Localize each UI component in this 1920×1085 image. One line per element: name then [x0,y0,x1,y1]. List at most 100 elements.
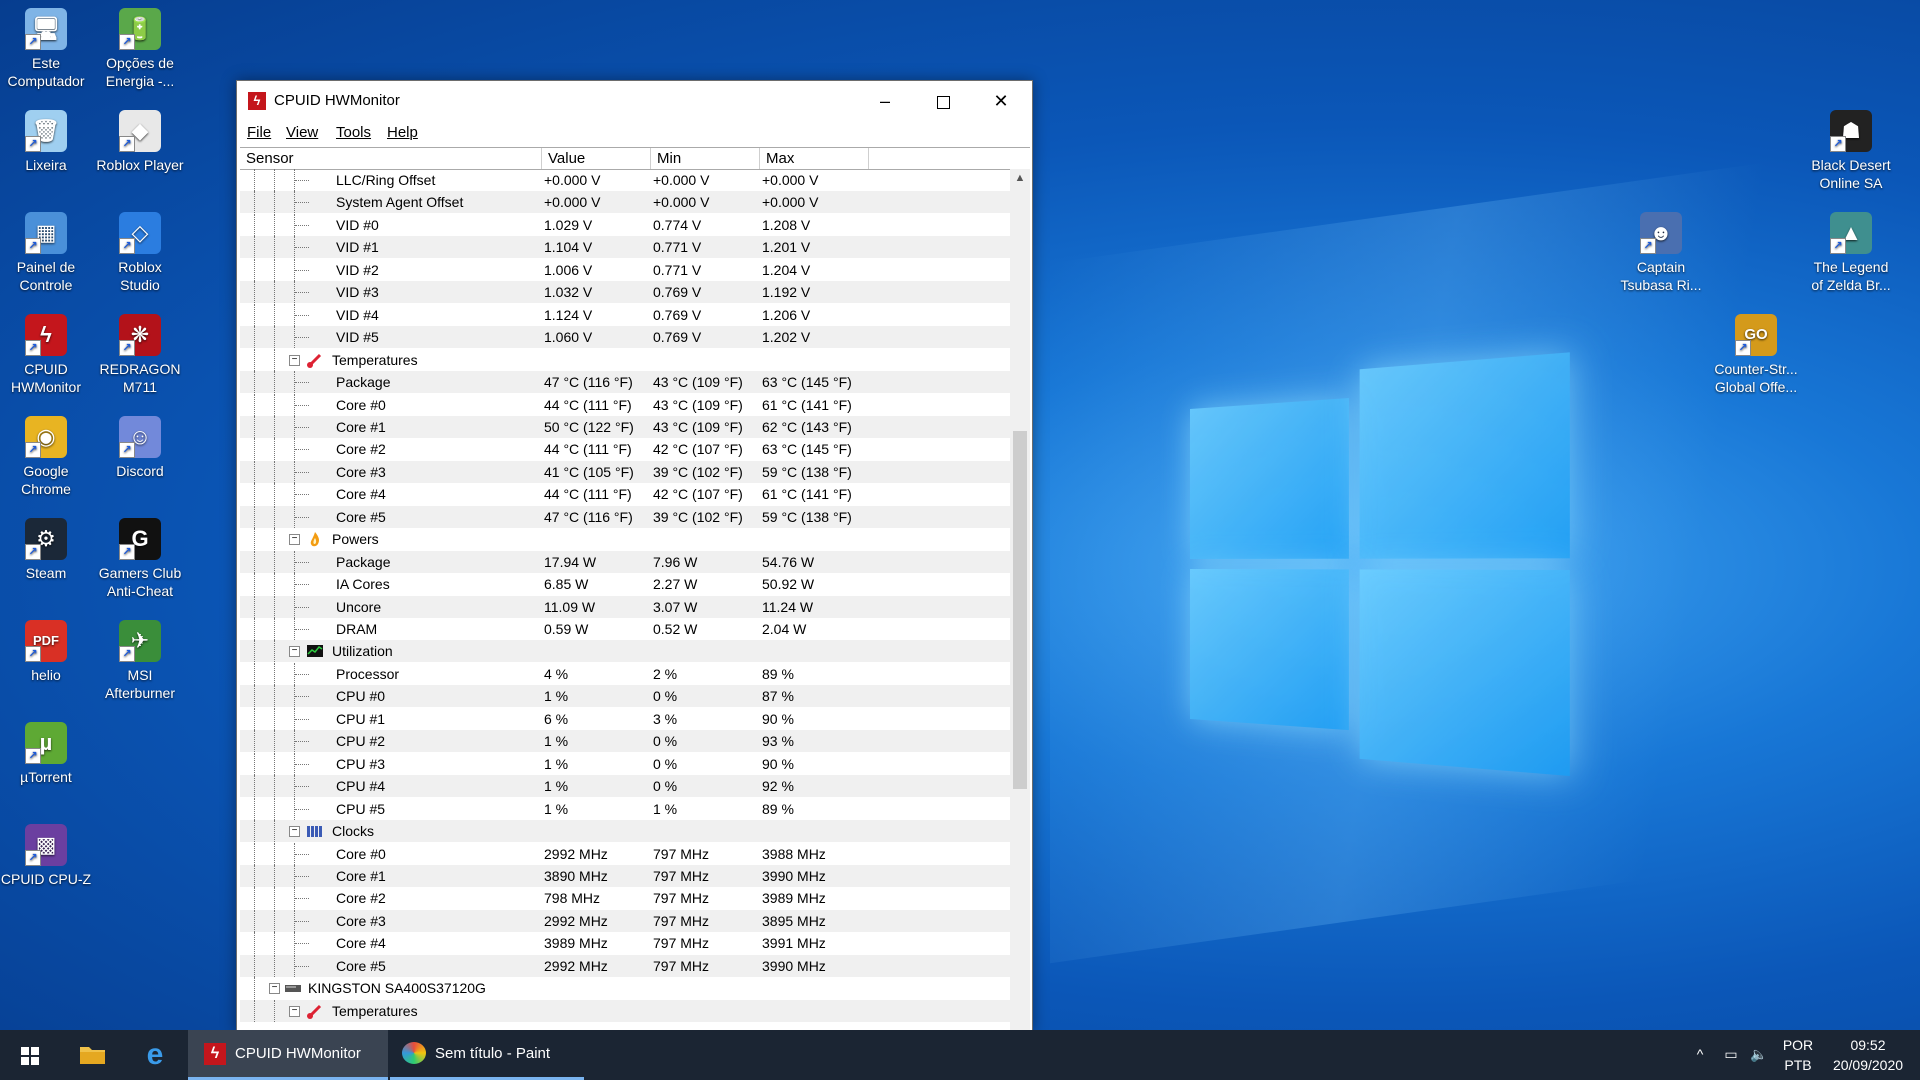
tree-line [274,371,275,393]
sensor-row[interactable]: Core #1 50 °C (122 °F) 43 °C (109 °F) 62 °C… [240,416,1010,438]
sensor-group-row[interactable]: − KINGSTON SA400S37120G [240,977,1010,999]
taskbar-hwmonitor[interactable]: ϟ CPUID HWMonitor [188,1030,388,1080]
opcoes-energia-shortcut[interactable]: 🔋 Opções de Energia -... [94,8,186,90]
sensor-row[interactable]: Package 17.94 W 7.96 W 54.76 W [240,551,1010,573]
hwmonitor-window[interactable]: ϟ CPUID HWMonitor – ✕ File View Tools He… [236,80,1033,1032]
zelda-shortcut[interactable]: ▲ The Legend of Zelda Br... [1805,212,1897,294]
discord-shortcut[interactable]: ☺ Discord [94,416,186,480]
sensor-group-row[interactable]: − Powers [240,528,1010,550]
sensor-row[interactable]: Uncore 11.09 W 3.07 W 11.24 W [240,596,1010,618]
show-hidden-icons-chevron-icon[interactable]: ^ [1690,1045,1710,1063]
sensor-row[interactable]: Core #5 2992 MHz 797 MHz 3990 MHz [240,955,1010,977]
vertical-scrollbar[interactable]: ▲ [1010,169,1030,1031]
cpuid-cpuz-shortcut[interactable]: ▩ CPUID CPU-Z [0,824,92,888]
painel-controle-shortcut[interactable]: ▦ Painel de Controle [0,212,92,294]
redragon-shortcut[interactable]: ❋ REDRAGON M711 [94,314,186,396]
hwmonitor-taskbar-icon: ϟ [204,1043,226,1065]
column-max[interactable]: Max [760,148,869,169]
google-chrome-shortcut[interactable]: ◉ Google Chrome [0,416,92,498]
sensor-row[interactable]: Core #0 44 °C (111 °F) 43 °C (109 °F) 61 °C… [240,394,1010,416]
sensor-row[interactable]: VID #4 1.124 V 0.769 V 1.206 V [240,304,1010,326]
collapse-toggle-icon[interactable]: − [289,355,300,366]
msi-afterburner-shortcut[interactable]: ✈ MSI Afterburner [94,620,186,702]
title-bar[interactable]: ϟ CPUID HWMonitor – ✕ [237,81,1032,121]
collapse-toggle-icon[interactable]: − [289,826,300,837]
maximize-button[interactable] [914,81,972,121]
sensor-row[interactable]: CPU #0 1 % 0 % 87 % [240,685,1010,707]
start-button[interactable] [0,1030,60,1080]
steam-shortcut[interactable]: ⚙ Steam [0,518,92,582]
sensor-row[interactable]: Package 47 °C (116 °F) 43 °C (109 °F) 63 °C… [240,371,1010,393]
language-indicator[interactable]: POR PTB [1780,1036,1816,1074]
sensor-row[interactable]: Core #1 3890 MHz 797 MHz 3990 MHz [240,865,1010,887]
collapse-toggle-icon[interactable]: − [289,534,300,545]
sensor-row[interactable]: System Agent Offset +0.000 V +0.000 V +0.00… [240,191,1010,213]
sensor-row[interactable]: Core #5 47 °C (116 °F) 39 °C (102 °F) 59 °C… [240,506,1010,528]
collapse-toggle-icon[interactable]: − [269,983,280,994]
column-sensor[interactable]: Sensor [240,148,542,169]
collapse-toggle-icon[interactable]: − [289,646,300,657]
menu-tools[interactable]: Tools [336,124,371,141]
tree-line [254,955,255,977]
sensor-tree[interactable]: LLC/Ring Offset +0.000 V +0.000 V +0.000 VS… [240,169,1010,1031]
sensor-row[interactable]: CPU #1 6 % 3 % 90 % [240,708,1010,730]
volume-icon[interactable]: 🔈 [1748,1045,1770,1063]
column-min[interactable]: Min [651,148,760,169]
sensor-group-row[interactable]: − Temperatures [240,349,1010,371]
sensor-row[interactable]: Core #2 798 MHz 797 MHz 3989 MHz [240,887,1010,909]
sensor-row[interactable]: VID #3 1.032 V 0.769 V 1.192 V [240,281,1010,303]
sensor-group-row[interactable]: − Clocks [240,820,1010,842]
sensor-value: 1 % [544,775,568,797]
cpuid-hwmonitor-shortcut[interactable]: ϟ CPUID HWMonitor [0,314,92,396]
sensor-row[interactable]: Core #4 44 °C (111 °F) 42 °C (107 °F) 61 °C… [240,483,1010,505]
minimize-button[interactable]: – [856,81,914,121]
file-explorer-button[interactable] [62,1030,122,1080]
sensor-row[interactable]: Core #4 3989 MHz 797 MHz 3991 MHz [240,932,1010,954]
roblox-player-shortcut[interactable]: ◆ Roblox Player [94,110,186,174]
menu-view[interactable]: View [286,124,318,141]
sensor-row[interactable]: Core #0 2992 MHz 797 MHz 3988 MHz [240,843,1010,865]
scroll-up-arrow-icon[interactable]: ▲ [1010,169,1030,187]
sensor-row[interactable]: CPU #4 1 % 0 % 92 % [240,775,1010,797]
column-value[interactable]: Value [542,148,651,169]
pdf-file-shortcut[interactable]: PDF helio [0,620,92,684]
close-button[interactable]: ✕ [972,81,1030,121]
utorrent-shortcut[interactable]: µ µTorrent [0,722,92,786]
sensor-row[interactable]: DRAM 0.59 W 0.52 W 2.04 W [240,618,1010,640]
black-desert-shortcut[interactable]: ☗ Black Desert Online SA [1805,110,1897,192]
sensor-max: 59 °C (138 °F) [762,506,852,528]
collapse-toggle-icon[interactable]: − [289,1006,300,1017]
roblox-studio-shortcut[interactable]: ◇ Roblox Studio [94,212,186,294]
sensor-row[interactable]: Core #3 41 °C (105 °F) 39 °C (102 °F) 59 °C… [240,461,1010,483]
sensor-name: Core #1 [336,865,386,887]
sensor-row[interactable]: Core #3 2992 MHz 797 MHz 3895 MHz [240,910,1010,932]
menu-file[interactable]: File [247,124,271,141]
este-computador-shortcut[interactable]: 🖥 Este Computador [0,8,92,90]
sensor-row[interactable]: CPU #2 1 % 0 % 93 % [240,730,1010,752]
taskbar-paint[interactable]: Sem título - Paint [390,1030,584,1080]
edge-button[interactable]: e [124,1030,184,1080]
sensor-row[interactable]: LLC/Ring Offset +0.000 V +0.000 V +0.000 V [240,169,1010,191]
sensor-row[interactable]: CPU #5 1 % 1 % 89 % [240,798,1010,820]
gamers-club-shortcut[interactable]: G Gamers Club Anti-Cheat [94,518,186,600]
captain-tsubasa-shortcut[interactable]: ☻ Captain Tsubasa Ri... [1615,212,1707,294]
sensor-row[interactable]: VID #2 1.006 V 0.771 V 1.204 V [240,259,1010,281]
scroll-thumb[interactable] [1013,431,1027,789]
counter-strike-shortcut[interactable]: GO Counter-Str... Global Offe... [1710,314,1802,396]
sensor-row[interactable]: VID #5 1.060 V 0.769 V 1.202 V [240,326,1010,348]
lixeira-shortcut[interactable]: 🗑 Lixeira [0,110,92,174]
sensor-group-row[interactable]: − Utilization [240,640,1010,662]
network-icon[interactable]: ▭ [1720,1045,1742,1063]
sensor-row[interactable]: CPU #3 1 % 0 % 90 % [240,753,1010,775]
sensor-row[interactable]: Processor 4 % 2 % 89 % [240,663,1010,685]
sensor-group-row[interactable]: − Temperatures [240,1000,1010,1022]
menu-help[interactable]: Help [387,124,418,141]
clock[interactable]: 09:52 20/09/2020 [1826,1036,1910,1074]
sensor-row[interactable]: Core #2 44 °C (111 °F) 42 °C (107 °F) 63 °C… [240,438,1010,460]
sensor-row[interactable]: IA Cores 6.85 W 2.27 W 50.92 W [240,573,1010,595]
sensor-name: System Agent Offset [336,191,463,213]
sensor-row[interactable]: VID #1 1.104 V 0.771 V 1.201 V [240,236,1010,258]
sensor-max: 3988 MHz [762,843,826,865]
shortcut-label: HWMonitor [0,378,92,396]
sensor-row[interactable]: VID #0 1.029 V 0.774 V 1.208 V [240,214,1010,236]
